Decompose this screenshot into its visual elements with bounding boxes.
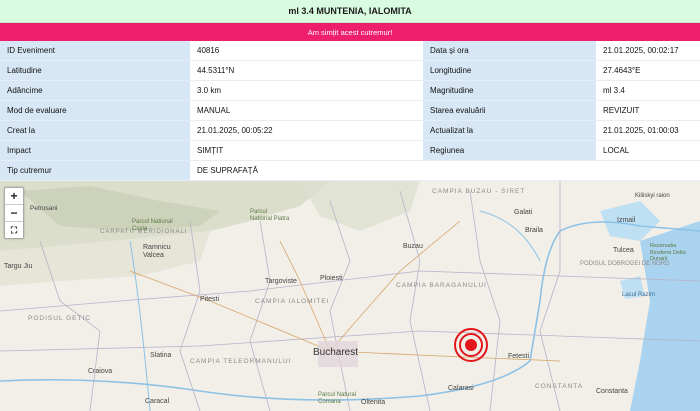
city-label: Oltenita [361,399,386,406]
city-label: Buzau [403,243,423,250]
city-label: Caracal [145,398,170,405]
map-label: CAMPIA TELEORMANULUI [190,358,292,365]
city-label: Pitesti [200,296,220,303]
city-label: Galati [514,209,533,216]
detail-label: Data și ora [423,41,596,61]
detail-value: LOCAL [596,140,700,161]
map-label: CONSTANTA [535,383,584,390]
detail-row: Mod de evaluare MANUAL Starea evaluării REV… [0,100,700,121]
city-label: Targoviste [265,278,297,285]
detail-value: SIMȚIT [190,140,423,161]
detail-label: Longitudine [423,60,596,81]
detail-row: ID Eveniment 40816 Data și ora 21.01.2025, … [0,41,700,61]
city-label: Slatina [150,352,172,359]
city-label: Craiova [88,368,113,375]
park-label: Parcul National Cozia [132,219,173,232]
detail-row: Impact SIMȚIT Regiunea LOCAL [0,140,700,161]
detail-value: REVIZUIT [596,100,700,121]
felt-earthquake-button[interactable]: Am simțit acest cutremur! [0,23,700,41]
event-details-table: ID Eveniment 40816 Data și ora 21.01.2025, … [0,41,700,181]
detail-label: Creat la [0,120,190,141]
detail-row: Latitudine 44.5311°N Longitudine 27.4643°E [0,60,700,81]
detail-row: Adâncime 3.0 km Magnitudine ml 3.4 [0,80,700,101]
map-canvas[interactable] [0,181,700,411]
detail-value: DE SUPRAFAȚĂ [190,160,700,181]
detail-value: 44.5311°N [190,60,423,81]
detail-value: ml 3.4 [596,80,700,101]
city-label: Bucharest [313,347,359,358]
city-label: Tulcea [613,247,634,254]
map-label: PODISUL GETIC [28,315,91,322]
city-label: Constanta [596,388,628,395]
water-label: Lacul Razim [622,292,656,298]
city-label: Ramnicu Valcea [143,244,171,259]
detail-value: 3.0 km [190,80,423,101]
detail-label: Magnitudine [423,80,596,101]
city-label: Petrosani [30,205,58,212]
park-label: Rezervatia Biosferei Delta Dunarii [650,243,686,262]
park-label: Parcul National Piatra [250,209,290,222]
city-label: Ploiesti [320,275,343,282]
detail-label: Mod de evaluare [0,100,190,121]
city-label: Fetesti [508,353,530,360]
detail-label: Regiunea [423,140,596,161]
detail-label: Starea evaluării [423,100,596,121]
detail-label: Adâncime [0,80,190,101]
detail-label: ID Eveniment [0,41,190,61]
map-label: CAMPIA BARAGANULUI [396,282,487,289]
detail-label: Latitudine [0,60,190,81]
event-title: ml 3.4 MUNTENIA, IALOMITA [0,0,700,23]
detail-label: Tip cutremur [0,160,190,181]
city-label: Izmail [617,217,636,224]
fullscreen-button[interactable]: ⛶ [5,222,23,238]
detail-value: 27.4643°E [596,60,700,81]
map-label: CAMPIA BUZAU - SIRET [432,188,526,195]
detail-label: Actualizat la [423,120,596,141]
detail-value: 21.01.2025, 00:05:22 [190,120,423,141]
detail-row: Creat la 21.01.2025, 00:05:22 Actualizat l… [0,120,700,141]
zoom-out-button[interactable]: − [5,205,23,222]
zoom-control: + − ⛶ [4,187,24,239]
detail-value: MANUAL [190,100,423,121]
map-label: CAMPIA IALOMITEI [255,298,330,305]
city-label: Calarasi [448,385,474,392]
park-label: Parcul Natural Comana [318,392,357,405]
detail-label: Impact [0,140,190,161]
detail-value: 40816 [190,41,423,61]
city-label: Braila [525,227,543,234]
epicenter-marker[interactable] [453,327,489,363]
detail-value: 21.01.2025, 01:00:03 [596,120,700,141]
zoom-in-button[interactable]: + [5,188,23,205]
event-map[interactable]: CAMPIA BUZAU - SIRET CAMPIA BARAGANULUI … [0,181,700,411]
city-label: Targu Jiu [4,263,33,270]
city-label: Kiliiskyi raion [635,193,670,199]
detail-value: 21.01.2025, 00:02:17 [596,41,700,61]
detail-row: Tip cutremur DE SUPRAFAȚĂ [0,160,700,181]
